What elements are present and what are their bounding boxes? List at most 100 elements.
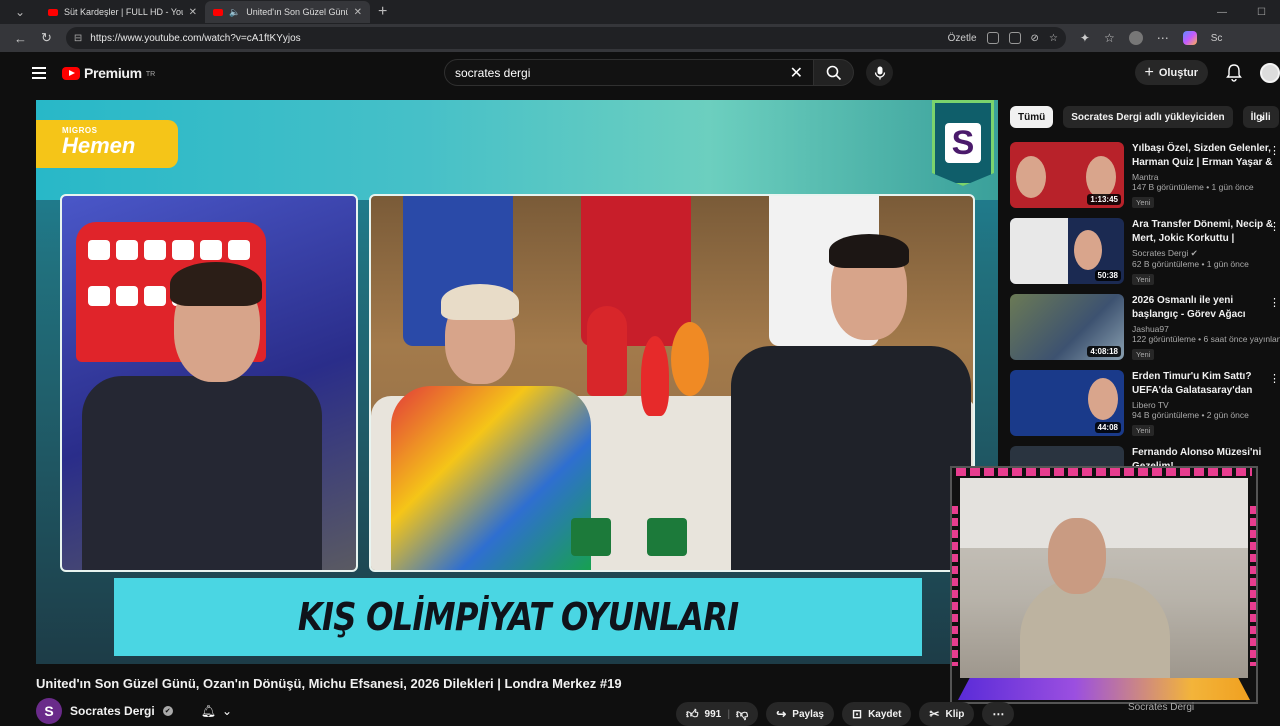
more-options-icon[interactable]: ⋮ [1269,296,1280,309]
save-button[interactable]: ⊡ Kaydet [842,702,912,726]
reload-icon[interactable]: ↻ [41,30,52,46]
account-avatar[interactable] [1260,62,1280,83]
address-bar-row: ← ↻ ⊟ https://www.youtube.com/watch?v=cA… [0,24,1280,52]
site-info-icon[interactable]: ⊟ [74,33,82,44]
channel-badge: S [932,100,994,186]
tab-close-icon[interactable]: ✕ [189,7,197,18]
extensions-icon[interactable]: ✦ [1080,31,1090,45]
clip-button[interactable]: ✂ Klip [919,702,975,726]
create-button[interactable]: + Oluştur [1134,60,1208,85]
menu-icon[interactable] [32,67,46,79]
channel-name[interactable]: Mantra [1132,172,1280,182]
video-meta: 147 B görüntüleme • 1 gün önce [1132,182,1254,192]
caption-text: KIŞ OLİMPİYAT OYUNLARI [297,595,739,639]
new-tab-icon[interactable]: + [378,3,387,21]
list-item[interactable]: 1:13:45 Yılbaşı Özel, Sizden Gelenler, H… [1010,142,1280,218]
star-icon[interactable]: ☆ [1049,33,1058,44]
voice-search-button[interactable] [866,59,893,86]
channel-name[interactable]: Socrates Dergi ✔ [1132,248,1280,259]
favorites-icon[interactable]: ☆ [1104,31,1115,45]
copilot-label[interactable]: Sc [1211,33,1223,44]
chip-uploader[interactable]: Socrates Dergi adlı yükleyiciden [1063,106,1233,128]
chip-all[interactable]: Tümü [1010,106,1054,128]
tracking-icon[interactable]: ⊘ [1031,33,1039,44]
sponsor-logo-bottom: Hemen [62,133,136,158]
filter-chips: Tümü Socrates Dergi adlı yükleyiciden İl… [1010,106,1279,128]
tab-list-icon[interactable]: ⌄ [0,5,40,19]
search-input[interactable] [455,65,790,80]
mic-icon [874,66,885,79]
channel-name[interactable]: Jashua97 [1132,324,1280,334]
save-label: Kaydet [868,708,902,720]
channel-name[interactable]: Socrates Dergi [70,704,155,718]
tab-close-icon[interactable]: ✕ [354,7,362,18]
more-options-icon[interactable]: ⋮ [1269,220,1280,233]
more-options-icon[interactable]: ⋮ [1269,144,1280,157]
extension-icon[interactable] [986,32,999,44]
menu-dots-icon[interactable]: ⋯ [1157,31,1169,45]
url-field[interactable]: ⊟ https://www.youtube.com/watch?v=cA1ftK… [65,27,1066,49]
video-title[interactable]: Erden Timur'u Kim Sattı? UEFA'da Galatas… [1132,370,1280,398]
webcam-frame-side [1250,506,1256,666]
channel-name[interactable]: Libero TV [1132,400,1280,410]
logo-text: Premium [84,65,142,81]
share-button[interactable]: ↪ Paylaş [766,702,834,726]
video-thumbnail[interactable]: 44:08 [1010,370,1124,436]
youtube-favicon-icon [48,8,58,16]
channel-name-text: Socrates Dergi [1132,248,1189,258]
channel-row: S Socrates Dergi ✔ 🔔︎ ⌄ [36,698,232,724]
list-item[interactable]: 4:08:18 2026 Osmanlı ile yeni başlangıç … [1010,294,1280,370]
bookmark-icon: ⊡ [852,707,863,721]
share-label: Paylaş [792,708,824,720]
speaker-icon[interactable]: 🔈 [229,7,240,18]
thumbs-up-icon: 👍︎ [686,706,699,721]
webcam-frame-stripe [956,468,1252,476]
badge-letter: S [945,123,981,163]
more-horizontal-icon: ⋯ [992,707,1005,721]
new-badge: Yeni [1132,197,1155,208]
notifications-bell-icon[interactable] [1226,63,1242,82]
chevron-right-icon[interactable]: › [1260,110,1264,125]
channel-avatar[interactable]: S [36,698,62,724]
video-player[interactable]: MIGROS Hemen S KIŞ OLİMPİYAT OYUNLARI [36,100,998,664]
summarize-button[interactable]: Özetle [948,33,977,44]
browser-tab-1[interactable]: Süt Kardeşler | FULL HD - YouTube ✕ [40,1,205,23]
reader-icon[interactable] [1008,32,1021,44]
list-item[interactable]: 44:08 Erden Timur'u Kim Sattı? UEFA'da G… [1010,370,1280,446]
more-options-icon[interactable]: ⋮ [1269,372,1280,385]
minimize-icon[interactable]: — [1217,7,1227,18]
search-field[interactable]: ✕ [444,59,814,86]
video-title[interactable]: Yılbaşı Özel, Sizden Gelenler, Harman Qu… [1132,142,1280,170]
guest-person-left [82,262,322,570]
clear-search-icon[interactable]: ✕ [790,63,803,83]
verified-icon: ✔ [162,706,173,716]
video-actions: 👍︎ 991 | 👎︎ ↪ Paylaş ⊡ Kaydet ✂ Klip ⋯ [676,702,1015,726]
youtube-logo[interactable]: Premium TR [62,65,155,81]
video-meta: 122 görüntüleme • 6 saat önce yayınlandı [1132,334,1280,344]
video-duration: 50:38 [1094,270,1121,281]
video-duration: 4:08:18 [1087,346,1121,357]
maximize-icon[interactable]: ☐ [1257,7,1266,18]
more-actions-button[interactable]: ⋯ [982,702,1015,726]
bottom-rec-channel[interactable]: Socrates Dergi [1128,702,1194,713]
browser-tab-2[interactable]: 🔈 United'ın Son Güzel Günü, O: ✕ [205,1,370,23]
video-title[interactable]: 2026 Osmanlı ile yeni başlangıç - Görev … [1132,294,1280,322]
browser-tabbar: ⌄ Süt Kardeşler | FULL HD - YouTube ✕ 🔈 … [0,0,1280,24]
video-thumbnail[interactable]: 50:38 [1010,218,1124,284]
video-thumbnail[interactable]: 4:08:18 [1010,294,1124,360]
back-icon[interactable]: ← [14,31,27,46]
profile-icon[interactable] [1128,31,1143,45]
youtube-header: Premium TR ✕ + Oluştur [12,52,1280,94]
video-thumbnail[interactable]: 1:13:45 [1010,142,1124,208]
header-actions: + Oluştur [1134,60,1280,85]
thumbs-down-icon[interactable]: 👎︎ [736,707,748,722]
search-icon [826,65,841,80]
like-button[interactable]: 👍︎ 991 | 👎︎ [676,702,759,726]
subscription-bell-button[interactable]: 🔔︎ ⌄ [201,704,232,718]
video-meta: 62 B görüntüleme • 1 gün önce [1132,259,1249,269]
list-item[interactable]: 50:38 Ara Transfer Dönemi, Necip & Mert,… [1010,218,1280,294]
copilot-icon[interactable] [1182,31,1197,45]
search-button[interactable] [814,59,854,86]
video-title[interactable]: Ara Transfer Dönemi, Necip & Mert, Jokic… [1132,218,1280,246]
new-badge: Yeni [1132,274,1155,285]
